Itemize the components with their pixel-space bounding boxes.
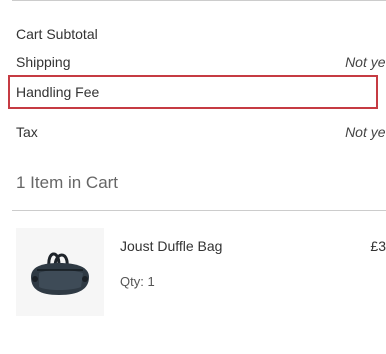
divider bbox=[12, 0, 386, 1]
item-quantity: Qty: 1 bbox=[120, 274, 155, 289]
summary-label-subtotal: Cart Subtotal bbox=[16, 26, 98, 42]
summary-label-shipping: Shipping bbox=[16, 54, 71, 70]
summary-label-tax: Tax bbox=[16, 124, 38, 140]
duffle-bag-icon bbox=[31, 252, 89, 295]
summary-label-handling-fee: Handling Fee bbox=[16, 84, 100, 100]
summary-value-tax: Not yet calcu bbox=[345, 124, 386, 140]
duffle-bag-image[interactable] bbox=[16, 228, 104, 316]
item-price: £3 bbox=[370, 238, 386, 254]
summary-row-tax: Tax Not yet calcu bbox=[12, 118, 386, 146]
divider bbox=[12, 210, 386, 211]
summary-row-subtotal: Cart Subtotal £ bbox=[12, 20, 386, 48]
summary-row-shipping: Shipping Not yet calcu bbox=[12, 48, 386, 76]
summary-value-shipping: Not yet calcu bbox=[345, 54, 386, 70]
cart-items-heading[interactable]: 1 Item in Cart bbox=[16, 173, 118, 193]
order-summary-panel: Cart Subtotal £ Shipping Not yet calcu H… bbox=[0, 0, 386, 354]
cart-item: Joust Duffle Bag Qty: 1 £3 bbox=[12, 228, 386, 320]
item-name[interactable]: Joust Duffle Bag bbox=[120, 238, 222, 254]
summary-row-handling-fee: Handling Fee bbox=[12, 78, 386, 106]
